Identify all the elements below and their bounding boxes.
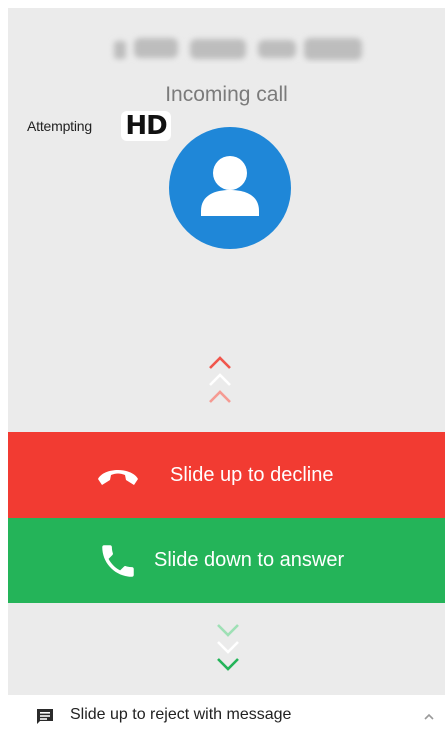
phone-icon: [102, 545, 134, 577]
answer-slider[interactable]: Slide down to answer: [8, 518, 445, 603]
chevron-up-icon[interactable]: [423, 712, 435, 722]
attempting-hd-label: Attempting: [27, 118, 92, 134]
swipe-down-hint-icon: [217, 624, 239, 671]
incoming-call-screen: Incoming call Attempting HD Slide up to …: [0, 0, 445, 738]
hd-badge: HD: [121, 109, 171, 143]
swipe-hint-area: [8, 603, 445, 695]
swipe-up-hint-icon: [209, 356, 231, 403]
incoming-call-label: Incoming call: [165, 83, 288, 106]
message-icon: [37, 709, 53, 724]
caller-avatar: [169, 127, 291, 249]
decline-slider[interactable]: Slide up to decline: [8, 432, 445, 518]
answer-label: Slide down to answer: [154, 549, 345, 571]
caller-number-blurred: [114, 38, 362, 60]
hangup-icon: [98, 470, 138, 485]
caller-info-area: Incoming call Attempting HD: [8, 8, 445, 432]
reject-with-message-row[interactable]: Slide up to reject with message: [0, 695, 445, 738]
person-icon: [201, 156, 259, 216]
hd-label: HD: [121, 111, 171, 141]
reject-with-message-label: Slide up to reject with message: [70, 706, 292, 723]
decline-label: Slide up to decline: [170, 464, 334, 486]
